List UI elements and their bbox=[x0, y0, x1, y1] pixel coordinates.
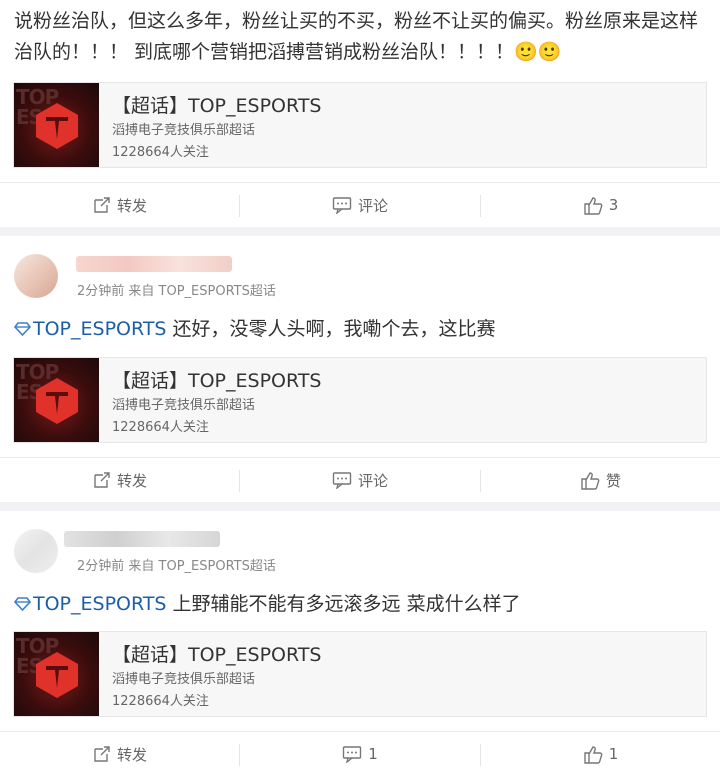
tes-logo-icon bbox=[36, 378, 78, 424]
post-meta: 2分钟前 来自 TOP_ESPORTS超话 bbox=[77, 284, 276, 299]
topic-link[interactable]: TOP_ESPORTS bbox=[33, 318, 166, 340]
post-3-text: TOP_ESPORTS 上野辅能不能有多远滚多远 菜成什么样了 bbox=[14, 589, 706, 620]
username-blurred[interactable] bbox=[64, 531, 220, 547]
thumbs-up-icon bbox=[581, 471, 600, 490]
topic-card[interactable]: TOP ES 【超话】TOP_ESPORTS 滔搏电子竞技俱乐部超话 122866… bbox=[13, 357, 707, 443]
post-3: 2分钟前 来自 TOP_ESPORTS超话 TOP_ESPORTS 上野辅能不能… bbox=[0, 511, 720, 776]
repost-icon bbox=[94, 197, 110, 213]
post-1-text: 说粉丝治队，但这么多年，粉丝让买的不买，粉丝不让买的偏买。粉丝原来是这样治队的！… bbox=[14, 6, 706, 68]
topic-followers: 1228664人关注 bbox=[112, 145, 209, 160]
avatar[interactable] bbox=[14, 529, 58, 573]
topic-desc: 滔搏电子竞技俱乐部超话 bbox=[112, 398, 256, 413]
comment-button[interactable]: 1 bbox=[240, 732, 480, 776]
action-bar: 转发 评论 赞 bbox=[0, 457, 720, 502]
topic-desc: 滔搏电子竞技俱乐部超话 bbox=[112, 123, 256, 138]
repost-button[interactable]: 转发 bbox=[0, 458, 240, 502]
topic-link[interactable]: TOP_ESPORTS bbox=[33, 593, 166, 615]
repost-label: 转发 bbox=[116, 745, 147, 764]
repost-button[interactable]: 转发 bbox=[0, 732, 240, 776]
super-topic-diamond-icon bbox=[14, 597, 31, 612]
action-bar: 转发 1 1 bbox=[0, 731, 720, 776]
repost-label: 转发 bbox=[116, 471, 147, 490]
topic-title: 【超话】TOP_ESPORTS bbox=[112, 95, 322, 117]
like-count: 3 bbox=[608, 196, 619, 214]
like-label: 赞 bbox=[605, 471, 621, 490]
like-button[interactable]: 赞 bbox=[481, 458, 720, 502]
comment-button[interactable]: 评论 bbox=[240, 458, 480, 502]
post-1-emoji: 🙂🙂 bbox=[514, 41, 562, 63]
like-count: 1 bbox=[608, 745, 619, 763]
repost-icon bbox=[94, 746, 110, 762]
tes-logo-icon bbox=[36, 652, 78, 698]
tes-logo-icon bbox=[36, 103, 78, 149]
topic-followers: 1228664人关注 bbox=[112, 694, 209, 709]
thumbs-up-icon bbox=[584, 745, 603, 764]
avatar[interactable] bbox=[14, 254, 58, 298]
post-3-body: 上野辅能不能有多远滚多远 菜成什么样了 bbox=[166, 593, 521, 615]
comment-button[interactable]: 评论 bbox=[240, 183, 480, 227]
like-button[interactable]: 1 bbox=[481, 732, 720, 776]
topic-card[interactable]: TOP ES 【超话】TOP_ESPORTS 滔搏电子竞技俱乐部超话 122866… bbox=[13, 631, 707, 717]
topic-thumbnail: TOP ES bbox=[14, 83, 99, 167]
post-1-body: 说粉丝治队，但这么多年，粉丝让买的不买，粉丝不让买的偏买。粉丝原来是这样治队的！… bbox=[14, 10, 699, 63]
thumbs-up-icon bbox=[584, 196, 603, 215]
post-2-body: 还好，没零人头啊，我嘞个去，这比赛 bbox=[166, 318, 496, 340]
comment-label: 评论 bbox=[357, 196, 388, 215]
comment-count: 1 bbox=[368, 745, 378, 763]
super-topic-diamond-icon bbox=[14, 322, 31, 337]
topic-followers: 1228664人关注 bbox=[112, 420, 209, 435]
comment-icon bbox=[332, 197, 352, 214]
topic-thumbnail: TOP ES bbox=[14, 358, 99, 442]
post-meta: 2分钟前 来自 TOP_ESPORTS超话 bbox=[77, 559, 276, 574]
action-bar: 转发 评论 3 bbox=[0, 182, 720, 227]
topic-title: 【超话】TOP_ESPORTS bbox=[112, 644, 322, 666]
comment-icon bbox=[343, 746, 362, 763]
post-2-text: TOP_ESPORTS 还好，没零人头啊，我嘞个去，这比赛 bbox=[14, 314, 706, 345]
like-button[interactable]: 3 bbox=[481, 183, 720, 227]
topic-desc: 滔搏电子竞技俱乐部超话 bbox=[112, 672, 256, 687]
topic-title: 【超话】TOP_ESPORTS bbox=[112, 370, 322, 392]
repost-icon bbox=[94, 472, 110, 488]
repost-label: 转发 bbox=[116, 196, 147, 215]
repost-button[interactable]: 转发 bbox=[0, 183, 240, 227]
post-1: 说粉丝治队，但这么多年，粉丝让买的不买，粉丝不让买的偏买。粉丝原来是这样治队的！… bbox=[0, 0, 720, 227]
topic-card[interactable]: TOP ES 【超话】TOP_ESPORTS 滔搏电子竞技俱乐部超话 122866… bbox=[13, 82, 707, 168]
topic-thumbnail: TOP ES bbox=[14, 632, 99, 716]
comment-label: 评论 bbox=[357, 471, 388, 490]
comment-icon bbox=[332, 472, 352, 489]
post-2: 2分钟前 来自 TOP_ESPORTS超话 TOP_ESPORTS 还好，没零人… bbox=[0, 236, 720, 502]
username-blurred[interactable] bbox=[76, 256, 232, 272]
